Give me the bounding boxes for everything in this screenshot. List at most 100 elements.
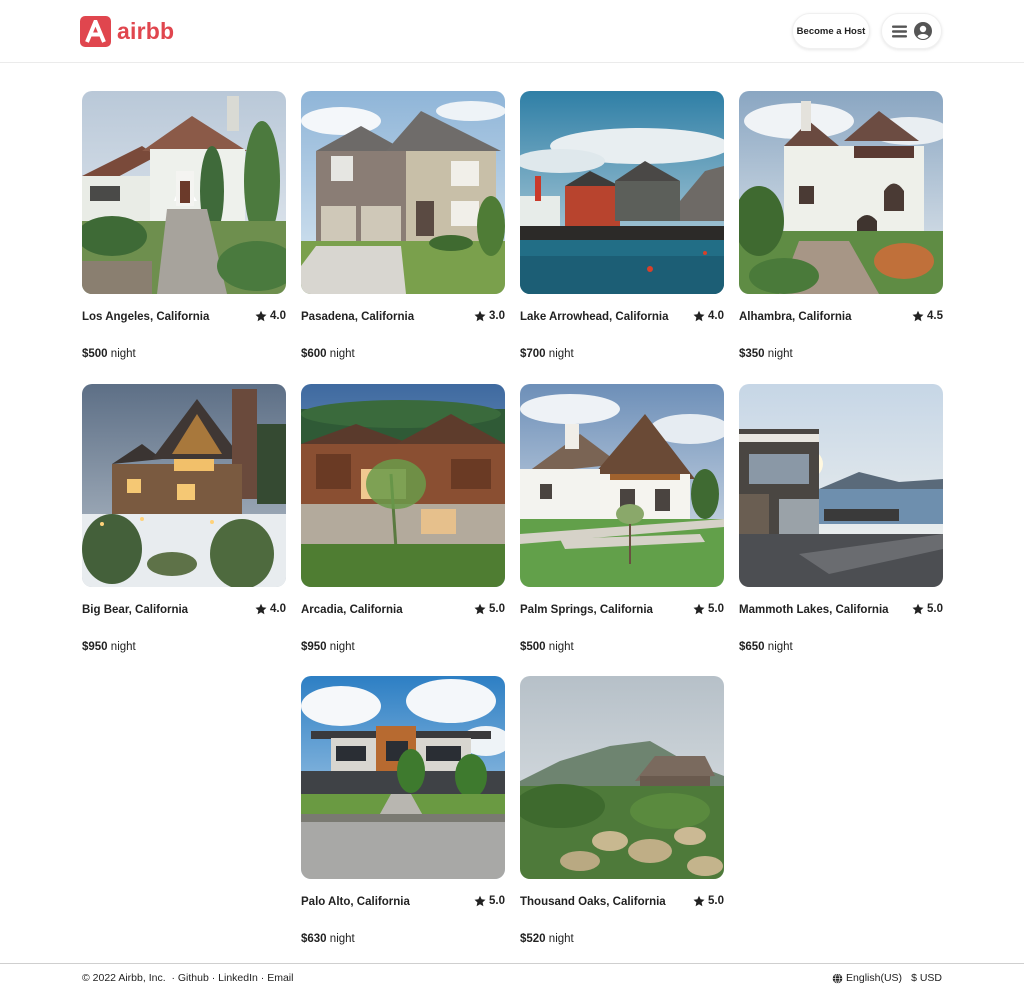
listing-photo[interactable]	[520, 384, 724, 587]
star-icon	[474, 603, 486, 615]
rating-value: 4.0	[708, 310, 724, 322]
star-icon	[474, 895, 486, 907]
listing-location: Pasadena, California	[301, 311, 415, 323]
star-icon	[693, 310, 705, 322]
listing-card[interactable]: Big Bear, California 4.0 $950 night	[82, 384, 286, 662]
listing-price-row: $950 night	[301, 641, 355, 653]
listing-photo[interactable]	[739, 91, 943, 294]
logo-mark-icon	[80, 15, 111, 47]
listing-location: Palo Alto, California	[301, 896, 410, 908]
listing-rating: 5.0	[912, 603, 943, 615]
listing-price: $950	[82, 641, 108, 653]
rating-value: 3.0	[489, 310, 505, 322]
listing-card[interactable]: Alhambra, California 4.5 $350 night	[739, 91, 943, 369]
price-unit: night	[329, 933, 355, 945]
listing-photo[interactable]	[82, 91, 286, 294]
linkedin-link[interactable]: LinkedIn	[218, 972, 258, 984]
hamburger-menu-icon	[891, 25, 907, 37]
currency-selector[interactable]: $ USD	[911, 972, 942, 984]
listing-photo[interactable]	[301, 384, 505, 587]
listing-card[interactable]: Mammoth Lakes, California 5.0 $650 night	[739, 384, 943, 662]
copyright-text: © 2022 Airbb, Inc.	[82, 972, 166, 984]
listing-card[interactable]: Palm Springs, California 5.0 $500 night	[520, 384, 724, 662]
footer-links: © 2022 Airbb, Inc. · Github · LinkedIn ·…	[82, 972, 293, 984]
price-unit: night	[767, 348, 793, 360]
star-icon	[693, 895, 705, 907]
price-unit: night	[767, 641, 793, 653]
listing-price: $630	[301, 933, 327, 945]
star-icon	[693, 603, 705, 615]
language-label: English(US)	[846, 972, 903, 984]
listing-card[interactable]: Thousand Oaks, California 5.0 $520 night	[520, 676, 724, 954]
listing-rating: 5.0	[474, 603, 505, 615]
rating-value: 5.0	[489, 895, 505, 907]
listing-price: $500	[82, 348, 108, 360]
listing-photo[interactable]	[520, 676, 724, 879]
listing-location: Mammoth Lakes, California	[739, 604, 889, 616]
listing-card[interactable]: Pasadena, California 3.0 $600 night	[301, 91, 505, 369]
price-unit: night	[548, 641, 574, 653]
price-unit: night	[110, 641, 136, 653]
listing-card[interactable]: Los Angeles, California 4.0 $500 night	[82, 91, 286, 369]
listing-card[interactable]: Lake Arrowhead, California 4.0 $700 nigh…	[520, 91, 724, 369]
listing-photo[interactable]	[739, 384, 943, 587]
language-selector[interactable]: English(US)	[832, 972, 902, 984]
listing-rating: 4.0	[255, 603, 286, 615]
listing-price: $520	[520, 933, 546, 945]
listing-photo[interactable]	[301, 91, 505, 294]
listing-location: Alhambra, California	[739, 311, 852, 323]
listing-location: Palm Springs, California	[520, 604, 653, 616]
listing-price-row: $520 night	[520, 933, 574, 945]
star-icon	[912, 310, 924, 322]
listing-price: $600	[301, 348, 327, 360]
listing-rating: 4.5	[912, 310, 943, 322]
rating-value: 4.5	[927, 310, 943, 322]
user-menu-button[interactable]	[881, 13, 942, 49]
listing-card[interactable]: Arcadia, California 5.0 $950 night	[301, 384, 505, 662]
airbb-logo[interactable]: airbb	[80, 15, 174, 47]
listing-price-row: $950 night	[82, 641, 136, 653]
listing-price-row: $500 night	[82, 348, 136, 360]
rating-value: 5.0	[489, 603, 505, 615]
price-unit: night	[329, 641, 355, 653]
listing-location: Big Bear, California	[82, 604, 189, 616]
listing-photo[interactable]	[520, 91, 724, 294]
price-unit: night	[548, 348, 574, 360]
listing-price-row: $350 night	[739, 348, 793, 360]
footer: © 2022 Airbb, Inc. · Github · LinkedIn ·…	[0, 963, 1024, 992]
footer-separator: ·	[168, 972, 178, 984]
price-unit: night	[110, 348, 136, 360]
rating-value: 5.0	[708, 895, 724, 907]
star-icon	[912, 603, 924, 615]
star-icon	[474, 310, 486, 322]
star-icon	[255, 603, 267, 615]
listing-photo[interactable]	[82, 384, 286, 587]
listing-rating: 4.0	[255, 310, 286, 322]
become-host-button[interactable]: Become a Host	[792, 13, 870, 49]
listing-location: Thousand Oaks, California	[520, 896, 666, 908]
listing-price-row: $630 night	[301, 933, 355, 945]
listing-price-row: $500 night	[520, 641, 574, 653]
listing-card[interactable]: Palo Alto, California 5.0 $630 night	[301, 676, 505, 954]
email-link[interactable]: Email	[267, 972, 293, 984]
listing-rating: 5.0	[474, 895, 505, 907]
star-icon	[255, 310, 267, 322]
rating-value: 4.0	[270, 603, 286, 615]
listing-location: Lake Arrowhead, California	[520, 311, 669, 323]
listing-price-row: $600 night	[301, 348, 355, 360]
listing-rating: 5.0	[693, 603, 724, 615]
header: airbb Become a Host	[0, 0, 1024, 63]
logo-text: airbb	[117, 17, 175, 44]
listing-location: Los Angeles, California	[82, 311, 210, 323]
price-unit: night	[548, 933, 574, 945]
price-unit: night	[329, 348, 355, 360]
rating-value: 5.0	[927, 603, 943, 615]
listing-price: $350	[739, 348, 765, 360]
listing-rating: 4.0	[693, 310, 724, 322]
listing-price: $950	[301, 641, 327, 653]
listing-price: $700	[520, 348, 546, 360]
listing-photo[interactable]	[301, 676, 505, 879]
globe-icon	[832, 972, 843, 984]
listing-price: $650	[739, 641, 765, 653]
github-link[interactable]: Github	[178, 972, 209, 984]
